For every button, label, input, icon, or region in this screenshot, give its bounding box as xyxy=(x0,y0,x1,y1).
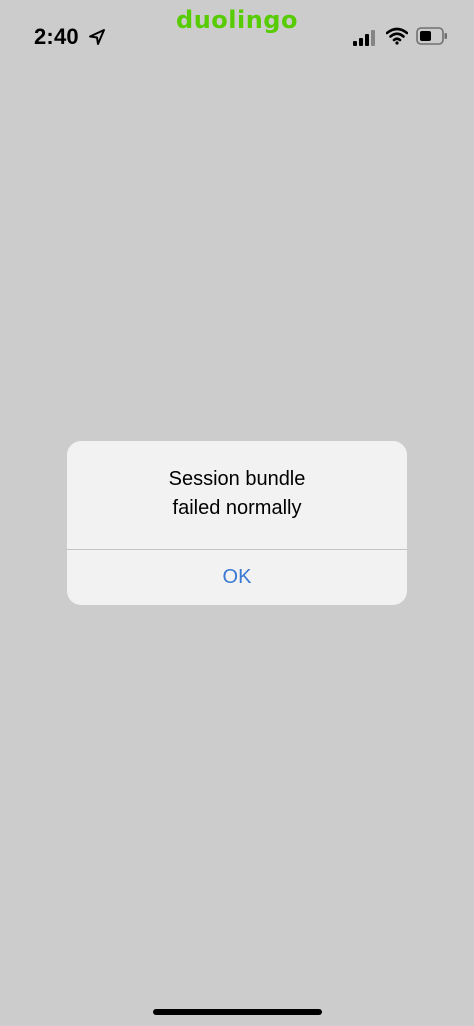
alert-message: Session bundle failed normally xyxy=(87,465,387,523)
home-indicator[interactable] xyxy=(153,1009,322,1015)
error-alert-dialog: Session bundle failed normally OK xyxy=(67,441,407,605)
alert-message-line-2: failed normally xyxy=(172,497,302,519)
ok-button[interactable]: OK xyxy=(67,550,407,605)
wifi-icon xyxy=(386,27,408,45)
alert-message-line-1: Session bundle xyxy=(168,468,306,490)
cellular-signal-icon xyxy=(353,30,375,46)
battery-icon xyxy=(416,27,447,45)
status-bar: 2:40 duolingo xyxy=(0,0,474,70)
